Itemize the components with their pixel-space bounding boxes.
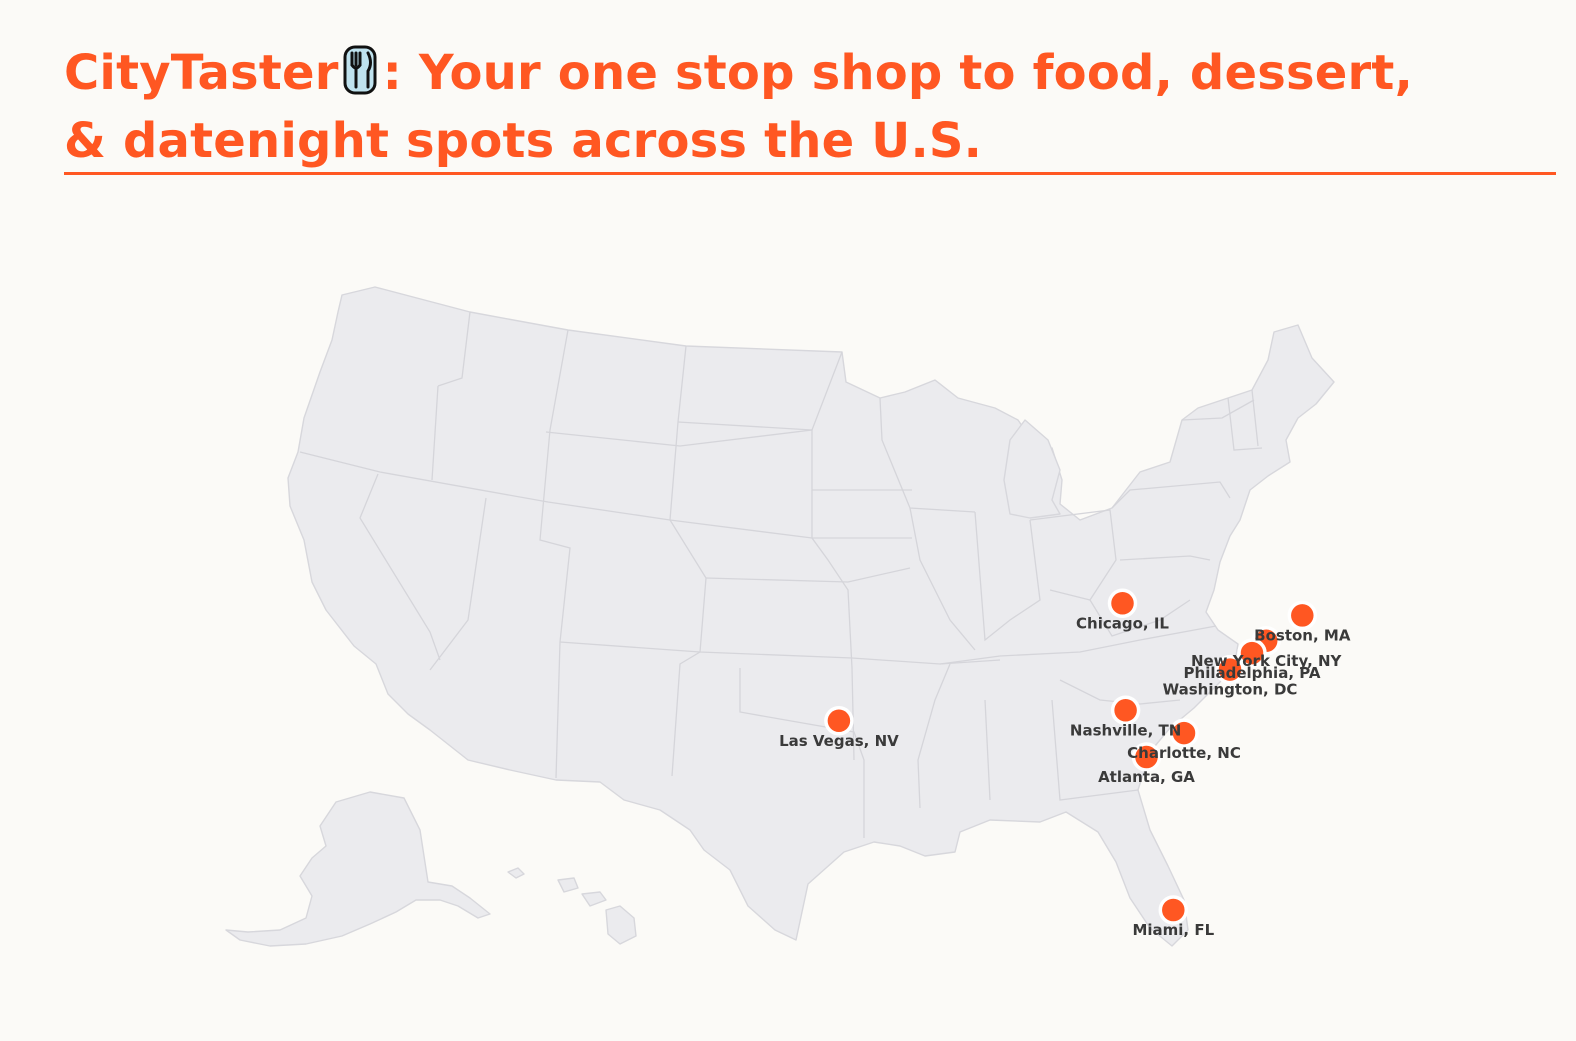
city-marker[interactable] — [1287, 600, 1318, 631]
city-marker[interactable] — [1107, 588, 1138, 619]
city-marker[interactable] — [824, 706, 854, 736]
hawaii-shape — [507, 867, 637, 945]
city-marker[interactable] — [1110, 695, 1141, 726]
contiguous-us-shape — [287, 286, 1335, 947]
city-label: Washington, DC — [1163, 681, 1298, 699]
us-map: Boston, MANew York City, NYPhiladelphia,… — [225, 286, 1351, 947]
city-label: Philadelphia, PA — [1184, 664, 1321, 682]
page: CityTaster: Your one stop shop to food, … — [0, 0, 1576, 1041]
city-marker[interactable] — [1158, 895, 1189, 925]
alaska-shape — [225, 791, 491, 947]
city-label: Miami, FL — [1132, 921, 1214, 939]
city-label: Charlotte, NC — [1127, 744, 1241, 762]
city-label: Las Vegas, NV — [779, 732, 899, 750]
city-label: Boston, MA — [1254, 626, 1351, 644]
city-label: Chicago, IL — [1076, 614, 1169, 632]
city-label: Atlanta, GA — [1098, 768, 1195, 786]
city-label: Nashville, TN — [1070, 721, 1181, 739]
